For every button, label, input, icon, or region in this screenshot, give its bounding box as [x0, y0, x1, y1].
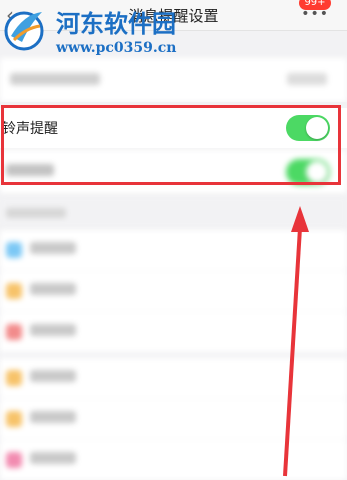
- red-arrow-annotation: [283, 206, 309, 477]
